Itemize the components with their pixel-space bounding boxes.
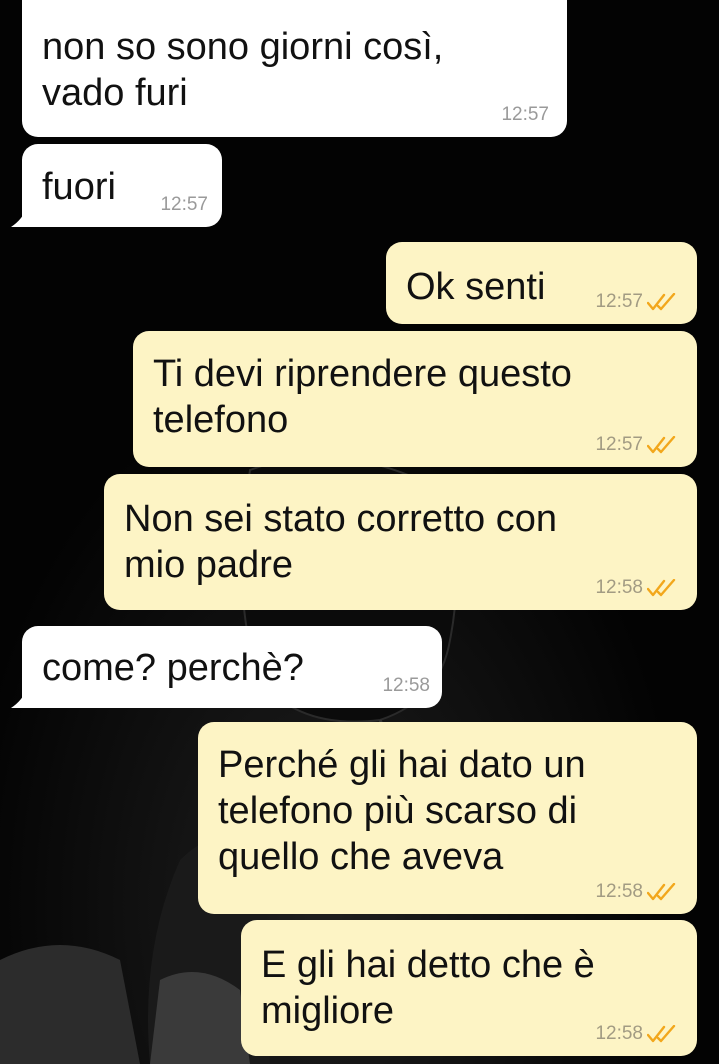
message-text: Perché gli hai dato un telefono più scar… — [218, 744, 586, 878]
message-bubble-incoming[interactable]: come? perchè? 12:58 — [11, 626, 442, 708]
double-check-icon — [647, 579, 676, 597]
double-check-icon — [647, 883, 676, 901]
bubble-tail — [11, 207, 27, 227]
message-bubble-incoming[interactable]: fuori 12:57 — [11, 144, 222, 227]
message-text: E gli hai detto che è migliore — [261, 944, 595, 1032]
message-timestamp: 12:57 — [595, 434, 643, 455]
message-timestamp: 12:58 — [382, 675, 430, 696]
message-text: non so sono giorni così, vado furi — [42, 26, 444, 114]
message-meta: 12:58 — [595, 578, 679, 598]
message-timestamp: 12:58 — [595, 577, 643, 598]
message-meta: 12:57 — [160, 195, 208, 215]
message-timestamp: 12:57 — [160, 194, 208, 215]
message-timestamp: 12:58 — [595, 1023, 643, 1044]
message-timestamp: 12:58 — [595, 881, 643, 902]
message-bubble-outgoing[interactable]: Ok senti 12:57 — [386, 242, 697, 324]
message-meta: 12:57 — [501, 105, 549, 125]
message-text: Non sei stato corretto con mio padre — [124, 498, 557, 586]
bubble-tail — [11, 688, 27, 708]
message-meta: 12:57 — [595, 292, 679, 312]
message-bubble-outgoing[interactable]: Perché gli hai dato un telefono più scar… — [198, 722, 697, 914]
double-check-icon — [647, 436, 676, 454]
message-bubble-outgoing[interactable]: E gli hai detto che è migliore 12:58 — [241, 920, 697, 1056]
message-text: come? perchè? — [42, 647, 304, 689]
message-meta: 12:58 — [595, 1024, 679, 1044]
double-check-icon — [647, 293, 676, 311]
message-timestamp: 12:57 — [501, 104, 549, 125]
message-meta: 12:58 — [382, 676, 430, 696]
double-check-icon — [647, 1025, 676, 1043]
message-timestamp: 12:57 — [595, 291, 643, 312]
message-bubble-incoming[interactable]: non so sono giorni così, vado furi 12:57 — [22, 0, 567, 137]
message-bubble-outgoing[interactable]: Ti devi riprendere questo telefono 12:57 — [133, 331, 697, 467]
message-meta: 12:57 — [595, 435, 679, 455]
message-text: Ti devi riprendere questo telefono — [153, 353, 572, 441]
message-bubble-outgoing[interactable]: Non sei stato corretto con mio padre 12:… — [104, 474, 697, 610]
message-meta: 12:58 — [595, 882, 679, 902]
